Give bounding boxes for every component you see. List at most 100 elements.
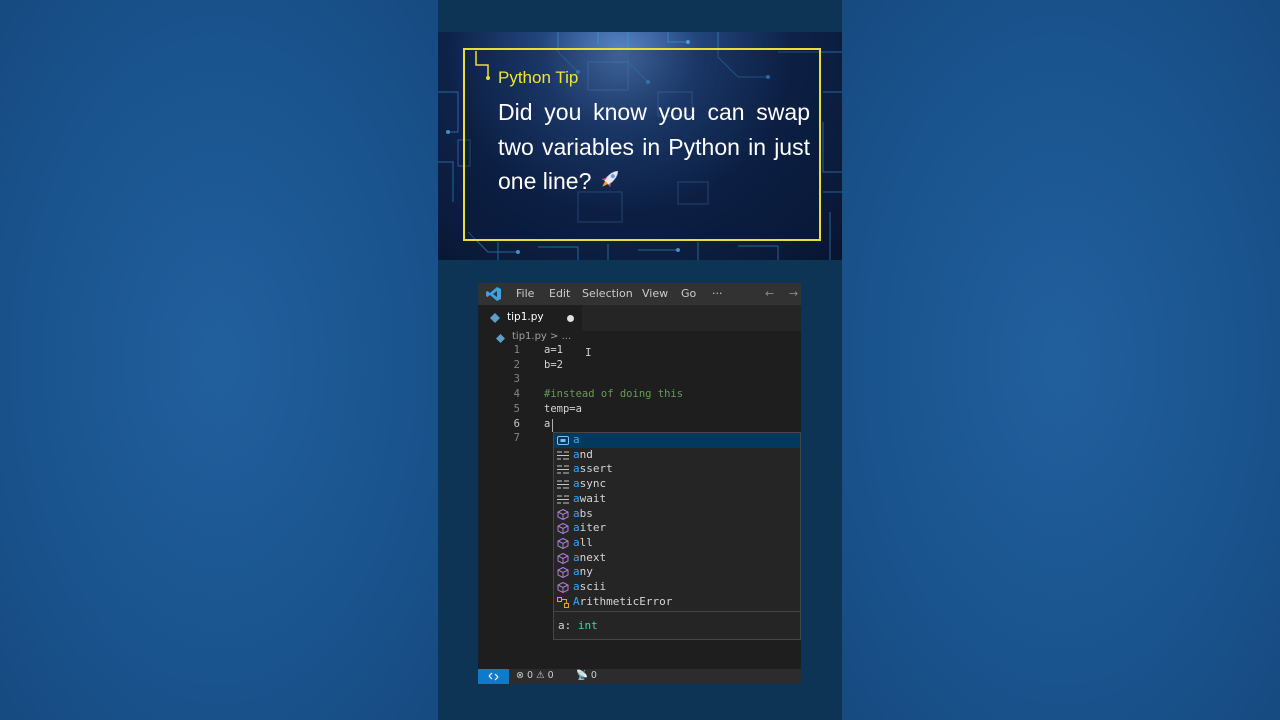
- suggestion-detail: a: int: [554, 611, 800, 639]
- back-arrow-icon[interactable]: ←: [765, 287, 774, 300]
- suggestion-item[interactable]: ascii: [554, 580, 800, 595]
- suggestion-rest: ll: [579, 535, 593, 549]
- code-line[interactable]: a=1: [544, 344, 563, 356]
- match-prefix: a: [573, 565, 580, 579]
- match-prefix: A: [573, 594, 580, 608]
- suggestion-rest: wait: [579, 491, 607, 505]
- ports-status[interactable]: 📡 0: [576, 670, 597, 681]
- match-prefix: a: [573, 491, 580, 505]
- menu-file[interactable]: File: [516, 287, 534, 300]
- python-file-icon: [490, 313, 500, 323]
- breadcrumb-text: tip1.py > ...: [512, 331, 572, 342]
- match-prefix: a: [573, 477, 580, 491]
- code-line-active[interactable]: a: [544, 418, 550, 430]
- line-number: 2: [513, 358, 520, 371]
- menu-view[interactable]: View: [642, 287, 668, 300]
- suggestion-rest: next: [579, 550, 607, 564]
- vscode-window: File Edit Selection View Go ··· ← → tip1…: [478, 283, 801, 684]
- code-line[interactable]: temp=a: [544, 403, 582, 415]
- suggestion-item[interactable]: anext: [554, 551, 800, 566]
- suggestion-item[interactable]: any: [554, 565, 800, 580]
- python-file-icon: [496, 334, 505, 343]
- function-cube-icon: [557, 567, 569, 579]
- broadcast-icon: 📡: [576, 670, 588, 681]
- remote-button[interactable]: [478, 669, 509, 684]
- suggestion-item[interactable]: a: [554, 433, 800, 448]
- error-count: 0: [527, 670, 534, 681]
- menu-edit[interactable]: Edit: [549, 287, 570, 300]
- suggestion-rest: iter: [579, 521, 607, 535]
- tab-bar: tip1.py: [478, 305, 801, 331]
- mouse-ibeam-icon: I: [585, 346, 592, 359]
- match-prefix: a: [573, 433, 580, 446]
- suggestion-widget: a and assert async await abs aiter all a…: [553, 432, 801, 640]
- ports-count: 0: [590, 670, 597, 681]
- text-cursor: [552, 419, 553, 432]
- detail-type: int: [577, 619, 598, 632]
- rocket-icon: [597, 166, 623, 202]
- match-prefix: a: [573, 550, 580, 564]
- line-number: 7: [513, 432, 520, 445]
- forward-arrow-icon[interactable]: →: [789, 287, 798, 300]
- tip-text-body: Did you know you can swap two variables …: [498, 99, 810, 194]
- keyword-icon: [557, 451, 569, 460]
- status-bar: ⊗ 0 ⚠ 0 📡 0: [478, 669, 801, 684]
- tip-corner-decoration: [475, 51, 490, 80]
- match-prefix: a: [573, 535, 580, 549]
- keyword-icon: [557, 465, 569, 474]
- function-cube-icon: [557, 552, 569, 564]
- code-line[interactable]: b=2: [544, 359, 563, 371]
- suggestion-item[interactable]: ArithmeticError: [554, 595, 800, 610]
- menu-go[interactable]: Go: [681, 287, 696, 300]
- suggestion-item[interactable]: aiter: [554, 521, 800, 536]
- suggestion-rest: ny: [579, 565, 593, 579]
- line-number-active: 6: [513, 417, 520, 430]
- tip-text: Did you know you can swap two variables …: [498, 95, 810, 202]
- code-line-comment[interactable]: #instead of doing this: [544, 388, 683, 400]
- match-prefix: a: [573, 580, 580, 593]
- suggestion-item[interactable]: and: [554, 448, 800, 463]
- suggestion-rest: scii: [579, 580, 607, 593]
- function-cube-icon: [557, 508, 569, 520]
- match-prefix: a: [573, 521, 580, 535]
- suggestion-rest: bs: [579, 506, 593, 520]
- suggestion-item[interactable]: async: [554, 477, 800, 492]
- match-prefix: a: [573, 506, 580, 520]
- tab-label: tip1.py: [507, 311, 544, 323]
- function-cube-icon: [557, 582, 569, 593]
- keyword-icon: [557, 480, 569, 489]
- menu-more[interactable]: ···: [712, 287, 723, 300]
- suggestion-rest: nd: [579, 447, 593, 461]
- keyword-icon: [557, 495, 569, 504]
- detail-name: a:: [558, 619, 572, 632]
- remote-connection-icon: [488, 672, 499, 681]
- menu-selection[interactable]: Selection: [582, 287, 633, 300]
- tip-label: Python Tip: [498, 68, 579, 87]
- tab-tip1[interactable]: tip1.py: [478, 305, 582, 331]
- title-bar: File Edit Selection View Go ··· ← →: [478, 283, 801, 305]
- right-background: [842, 0, 1280, 720]
- errors-status[interactable]: ⊗ 0 ⚠ 0: [516, 670, 554, 681]
- match-prefix: a: [573, 462, 580, 476]
- class-icon: [557, 596, 569, 608]
- warning-icon: ⚠: [536, 670, 545, 681]
- suggestion-rest: sync: [579, 477, 607, 491]
- left-background: [0, 0, 438, 720]
- line-number: 5: [513, 402, 520, 415]
- function-cube-icon: [557, 523, 569, 535]
- error-icon: ⊗: [516, 670, 524, 681]
- function-cube-icon: [557, 537, 569, 549]
- suggestion-item[interactable]: assert: [554, 462, 800, 477]
- line-number: 1: [513, 344, 520, 356]
- warning-count: 0: [547, 670, 554, 681]
- suggestion-item[interactable]: await: [554, 492, 800, 507]
- vscode-logo-icon: [486, 287, 501, 301]
- line-number: 4: [513, 388, 520, 401]
- match-prefix: a: [573, 447, 580, 461]
- unsaved-dot-icon[interactable]: [567, 315, 574, 322]
- line-number: 3: [513, 373, 520, 386]
- suggestion-item[interactable]: all: [554, 536, 800, 551]
- suggestion-item[interactable]: abs: [554, 507, 800, 522]
- suggestion-rest: ssert: [579, 462, 613, 476]
- variable-icon: [557, 436, 569, 445]
